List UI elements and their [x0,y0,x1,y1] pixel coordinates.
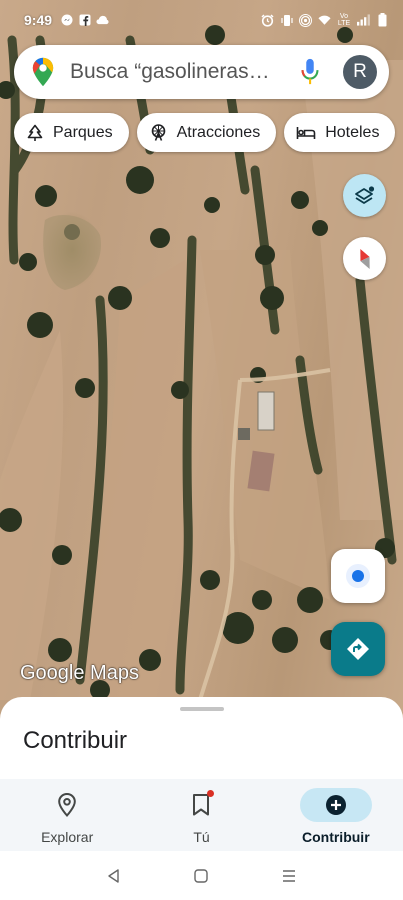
directions-button[interactable] [331,622,385,676]
volte-icon: Vo LTE [337,13,351,27]
layers-button[interactable] [343,174,386,217]
ferris-wheel-icon [151,124,165,141]
my-location-icon [346,564,370,588]
back-icon[interactable] [106,868,122,884]
recents-menu-icon[interactable] [281,868,297,884]
pin-icon [58,792,76,817]
nav-explore[interactable]: Explorar [0,779,134,851]
layers-icon [354,185,374,204]
chip-hotels-label: Hoteles [325,123,380,141]
status-time: 9:49 [24,12,53,28]
drag-handle[interactable] [180,707,224,711]
status-bar: 9:49 Vo LTE [0,0,403,40]
home-icon[interactable] [193,868,209,884]
signal-icon [357,14,370,27]
bottom-sheet[interactable]: Contribuir [0,697,403,779]
system-navigation-bar [0,851,403,900]
nav-contribute-label: Contribuir [301,829,370,845]
chip-attractions-label: Atracciones [176,123,261,141]
vibrate-icon [280,14,293,27]
alarm-icon [261,13,274,27]
microphone-icon[interactable] [299,58,321,86]
nav-explore-label: Explorar [41,829,94,845]
nav-contribute[interactable]: Contribuir [269,779,403,851]
search-input[interactable]: Busca “gasolineras… [70,60,289,84]
nav-you[interactable]: Tú [134,779,268,851]
messenger-icon [60,14,73,27]
avatar[interactable]: R [343,55,377,89]
facebook-icon [78,14,91,27]
battery-icon [376,13,389,27]
nav-you-label: Tú [193,829,210,845]
chip-attractions[interactable]: Atracciones [136,113,277,152]
sheet-title: Contribuir [23,727,128,754]
google-maps-logo-icon [32,57,54,87]
category-chips: Parques Atracciones Hoteles [14,113,396,152]
compass-button[interactable] [343,237,386,280]
cloud-icon [96,14,109,27]
notification-badge [207,790,215,797]
bed-icon [296,126,316,139]
wifi-icon [318,14,331,27]
add-circle-icon [325,795,346,815]
chip-hotels[interactable]: Hoteles [284,113,396,152]
directions-icon [347,638,369,660]
tree-icon [27,124,43,141]
hotspot-icon [299,13,312,27]
compass-icon [359,248,370,269]
bottom-navigation: Explorar Tú Contribuir [0,779,403,851]
chip-parks[interactable]: Parques [14,113,129,152]
search-bar[interactable]: Busca “gasolineras… R [14,45,389,99]
chip-parks-label: Parques [53,123,113,141]
my-location-button[interactable] [331,549,385,603]
bookmark-icon [193,794,210,816]
map-watermark: Google Maps [20,662,139,684]
